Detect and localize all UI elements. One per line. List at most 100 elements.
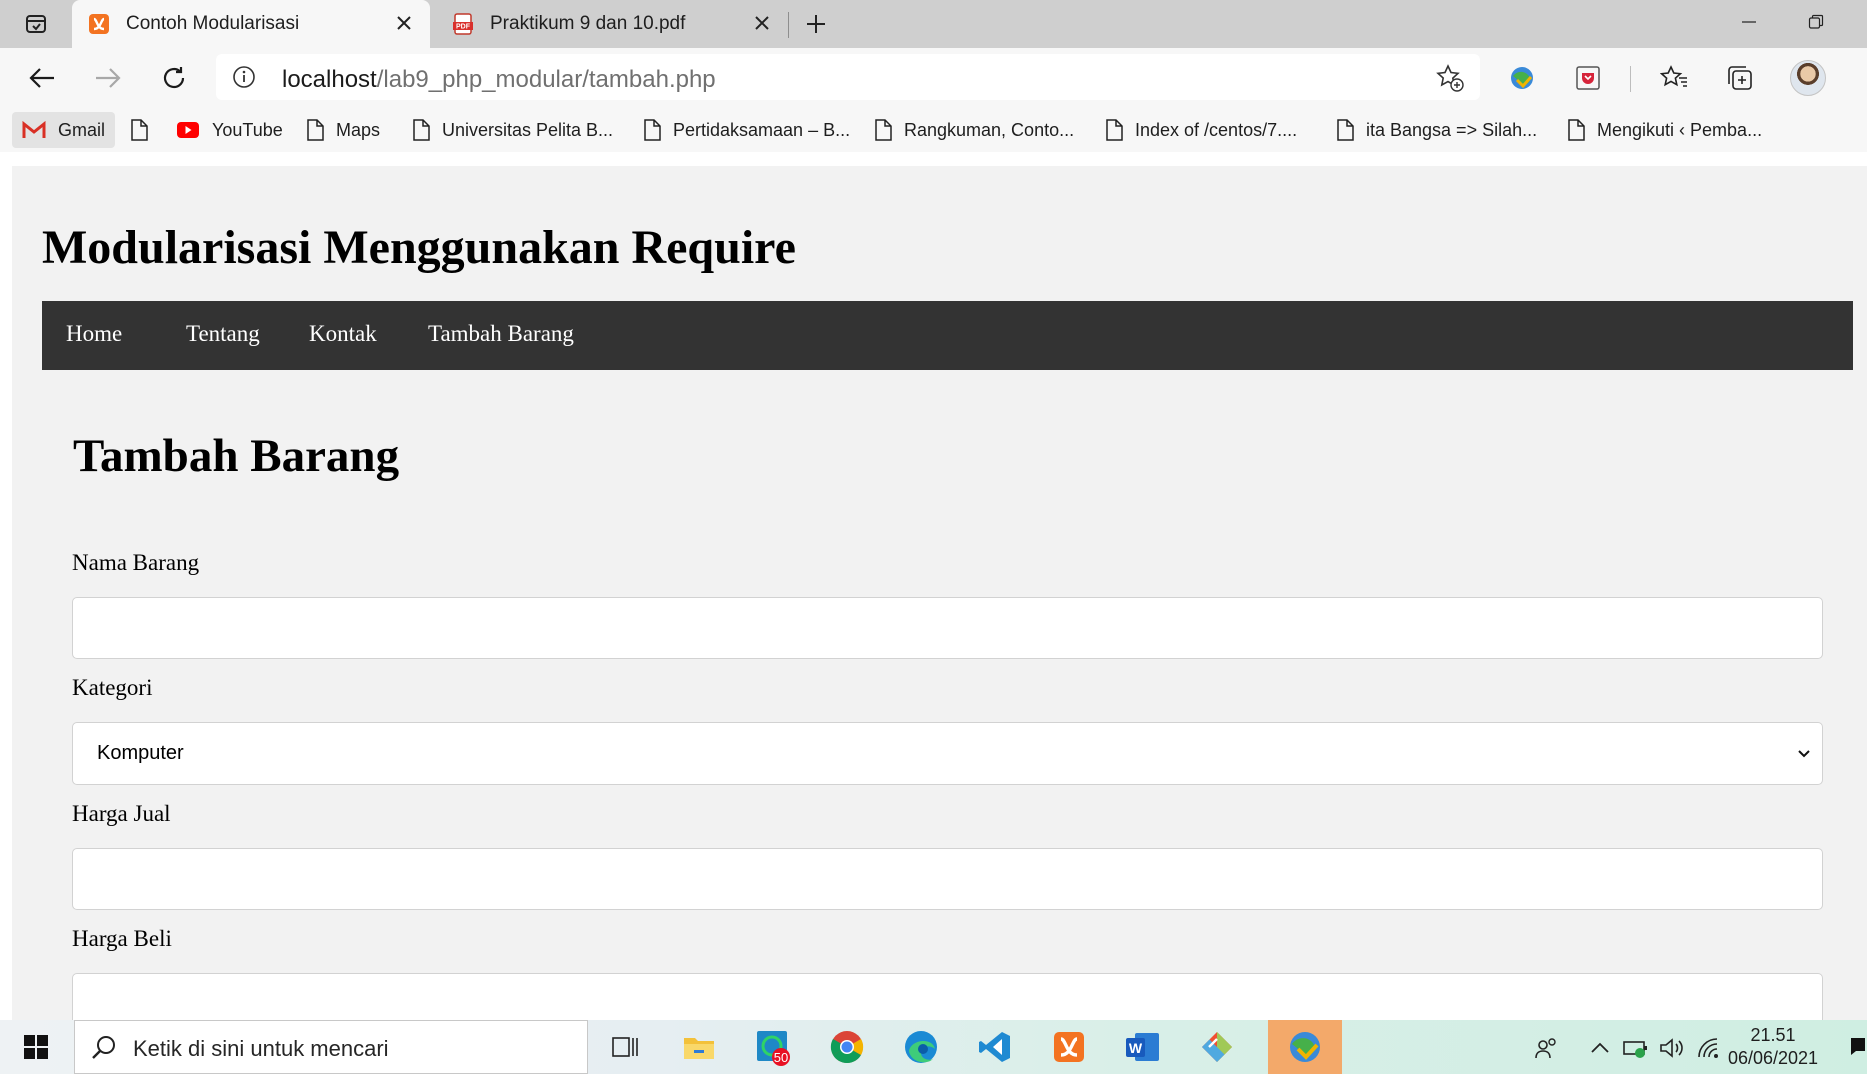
- favorites-button[interactable]: [1656, 60, 1692, 96]
- kategori-select[interactable]: Komputer: [72, 722, 1823, 785]
- add-favorite-icon[interactable]: [1436, 64, 1464, 92]
- tab-praktikum-pdf[interactable]: PDF Praktikum 9 dan 10.pdf: [436, 0, 788, 48]
- back-button[interactable]: [22, 58, 62, 98]
- git-icon: [1202, 1032, 1232, 1062]
- tab-title: Praktikum 9 dan 10.pdf: [490, 13, 686, 34]
- whatsapp-button[interactable]: 50: [736, 1020, 810, 1074]
- idm-extension-icon[interactable]: [1504, 60, 1540, 96]
- system-clock[interactable]: 21.51 06/06/2021: [1718, 1024, 1828, 1070]
- git-button[interactable]: [1180, 1020, 1254, 1074]
- bookmark-pertidaksamaan[interactable]: Pertidaksamaan – B...: [643, 112, 850, 148]
- nav-tentang[interactable]: Tentang: [186, 321, 260, 347]
- task-view-button[interactable]: [588, 1020, 662, 1074]
- bookmark-rangkuman[interactable]: Rangkuman, Conto...: [874, 112, 1074, 148]
- page-icon: [1337, 119, 1354, 141]
- kategori-selected-value: Komputer: [97, 742, 184, 764]
- nav-kontak[interactable]: Kontak: [309, 321, 377, 347]
- restore-button[interactable]: [1796, 8, 1836, 36]
- address-bar[interactable]: localhost/lab9_php_modular/tambah.php: [216, 54, 1480, 100]
- minimize-button[interactable]: [1729, 8, 1769, 36]
- bookmark-gmail[interactable]: Gmail: [12, 112, 116, 148]
- bookmarks-bar: Gmail YouTube Maps Universitas Pelita B.…: [0, 108, 1867, 152]
- edge-button[interactable]: [884, 1020, 958, 1074]
- tab-actions-icon: [26, 15, 46, 33]
- url-text[interactable]: localhost/lab9_php_modular/tambah.php: [282, 66, 716, 94]
- taskbar-search-box[interactable]: Ketik di sini untuk mencari: [74, 1020, 588, 1074]
- forward-button[interactable]: [88, 58, 128, 98]
- tab-strip: Contoh Modularisasi PDF Praktikum 9 dan …: [0, 0, 1867, 48]
- new-tab-button[interactable]: [800, 8, 832, 40]
- notification-center-button[interactable]: [1850, 1036, 1866, 1063]
- collections-button[interactable]: [1722, 60, 1758, 96]
- bookmark-ita-bangsa[interactable]: ita Bangsa => Silah...: [1336, 112, 1537, 148]
- kategori-label: Kategori: [72, 675, 153, 700]
- url-path: /lab9_php_modular/tambah.php: [376, 66, 716, 93]
- page-container: Modularisasi Menggunakan Require Home Te…: [12, 166, 1867, 1020]
- bookmark-youtube[interactable]: YouTube: [176, 112, 283, 148]
- bookmark-label: Maps: [336, 119, 381, 140]
- idm-button[interactable]: [1268, 1020, 1342, 1074]
- bookmark-maps[interactable]: Maps: [306, 112, 380, 148]
- profile-avatar[interactable]: [1790, 60, 1826, 96]
- tab-contoh-modularisasi[interactable]: Contoh Modularisasi: [72, 0, 430, 48]
- page-icon: [644, 119, 661, 141]
- battery-icon: [1623, 1041, 1647, 1058]
- battery-tray-button[interactable]: [1622, 1034, 1650, 1062]
- bookmark-index-centos[interactable]: Index of /centos/7....: [1105, 112, 1297, 148]
- bookmark-label: Index of /centos/7....: [1135, 119, 1298, 140]
- tab-actions-button[interactable]: [18, 10, 54, 38]
- favorites-icon: [1660, 65, 1687, 87]
- site-title: Modularisasi Menggunakan Require: [42, 221, 796, 274]
- idm-icon: [1290, 1032, 1320, 1062]
- tab-close-icon[interactable]: [750, 11, 774, 35]
- people-icon: [1535, 1038, 1556, 1059]
- bookmark-label: Universitas Pelita B...: [442, 119, 614, 140]
- content-title: Tambah Barang: [73, 430, 400, 482]
- page-icon: [875, 119, 892, 141]
- minimize-icon: [1742, 21, 1756, 23]
- bookmark-universitas-pelita[interactable]: Universitas Pelita B...: [412, 112, 613, 148]
- bookmark-label: Mengikuti ‹ Pemba...: [1597, 119, 1763, 140]
- nama-barang-label: Nama Barang: [72, 550, 200, 575]
- harga-jual-input[interactable]: [72, 848, 1823, 910]
- xampp-icon: [1054, 1032, 1084, 1062]
- notification-icon: [1851, 1038, 1865, 1055]
- page-icon: [131, 119, 148, 141]
- nama-barang-input[interactable]: [72, 597, 1823, 659]
- volume-tray-button[interactable]: [1658, 1034, 1686, 1062]
- page-icon: [1106, 119, 1123, 141]
- file-explorer-button[interactable]: [662, 1020, 736, 1074]
- page-viewport: Modularisasi Menggunakan Require Home Te…: [0, 152, 1867, 1020]
- chrome-button[interactable]: [810, 1020, 884, 1074]
- nav-home[interactable]: Home: [66, 321, 122, 347]
- harga-jual-label: Harga Jual: [72, 801, 171, 826]
- gmail-icon: [22, 121, 46, 138]
- start-button[interactable]: [0, 1020, 72, 1074]
- pdf-icon: PDF: [453, 13, 473, 35]
- search-placeholder: Ketik di sini untuk mencari: [133, 1036, 389, 1061]
- xampp-button[interactable]: [1032, 1020, 1106, 1074]
- pocket-extension-icon[interactable]: [1570, 60, 1606, 96]
- nav-tambah-barang[interactable]: Tambah Barang: [428, 321, 574, 347]
- clock-time: 21.51: [1750, 1025, 1796, 1045]
- speaker-icon: [1660, 1038, 1683, 1058]
- people-tray-button[interactable]: [1532, 1034, 1560, 1062]
- bookmark-label: Gmail: [58, 119, 106, 140]
- bookmark-blank[interactable]: [130, 112, 160, 148]
- word-button[interactable]: W: [1106, 1020, 1180, 1074]
- page-icon: [413, 119, 430, 141]
- bookmark-mengikuti[interactable]: Mengikuti ‹ Pemba...: [1567, 112, 1762, 148]
- vscode-icon: [979, 1032, 1010, 1062]
- chevron-up-icon: [1591, 1042, 1609, 1053]
- bookmark-label: YouTube: [212, 119, 283, 140]
- tab-close-icon[interactable]: [392, 11, 416, 35]
- vscode-button[interactable]: [958, 1020, 1032, 1074]
- harga-beli-input[interactable]: [72, 973, 1823, 1020]
- page-icon: [307, 119, 324, 141]
- refresh-icon: [163, 67, 185, 89]
- show-hidden-icons-button[interactable]: [1586, 1034, 1614, 1062]
- info-icon[interactable]: [232, 65, 256, 89]
- refresh-button[interactable]: [154, 58, 194, 98]
- page-icon: [1568, 119, 1585, 141]
- windows-taskbar: Ketik di sini untuk mencari 50 W 21.51 0…: [0, 1020, 1867, 1074]
